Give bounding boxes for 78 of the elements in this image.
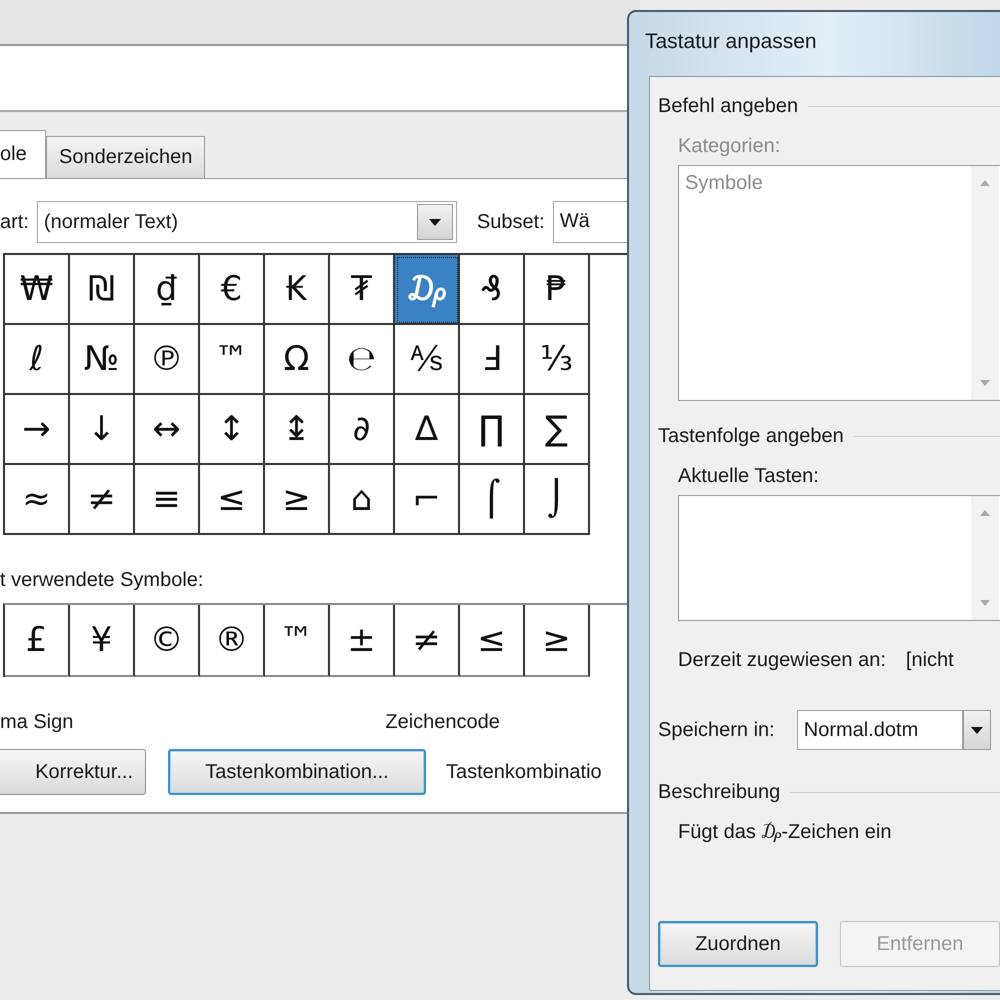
symbol-cell[interactable]: ≠ [70, 465, 135, 535]
symbol-cell[interactable]: ⌂ [330, 465, 395, 535]
group-heading: Tastenfolge angeben [658, 424, 844, 448]
symbol-cell[interactable]: ↓ [70, 395, 135, 465]
symbol-cell[interactable]: ⌐ [395, 465, 460, 535]
symbol-cell[interactable]: ⅓ [525, 325, 590, 395]
symbol-cell[interactable]: € [200, 255, 265, 325]
dropdown-button[interactable] [962, 710, 991, 750]
save-label: Speichern in: [658, 718, 775, 742]
symbol-cell[interactable]: ≤ [200, 465, 265, 535]
symbol-cell[interactable]: ℓ [5, 325, 70, 395]
symbol-cell[interactable]: © [135, 605, 200, 677]
symbol-cell[interactable]: ≥ [525, 605, 590, 677]
symbol-cell[interactable]: ₪ [70, 255, 135, 325]
symbol-cell[interactable]: ™ [200, 325, 265, 395]
symbol-cell[interactable]: ≠ [395, 605, 460, 677]
symbol-cell[interactable]: ± [330, 605, 395, 677]
save-dropdown[interactable]: Normal.dotm [796, 710, 963, 750]
scroll-down-icon[interactable] [980, 380, 990, 386]
symbol-cell[interactable]: ≤ [460, 605, 525, 677]
assigned-label: Derzeit zugewiesen an: [678, 649, 886, 673]
scrollbar[interactable] [971, 166, 999, 400]
scroll-up-icon[interactable] [980, 510, 990, 516]
symbol-cell[interactable]: ₰ [460, 255, 525, 325]
symbol-cell[interactable]: ⅍ [395, 325, 460, 395]
symbol-cell[interactable]: ℗ [135, 325, 200, 395]
current-keys-label: Aktuelle Tasten: [678, 465, 820, 489]
dialog-button[interactable]: Korrektur... [0, 749, 146, 795]
symbol-cell[interactable]: ∆ [395, 395, 460, 465]
symbol-cell[interactable]: ⌠ [460, 465, 525, 535]
symbol-cell[interactable]: ¥ [70, 605, 135, 677]
symbol-cell[interactable]: ∑ [525, 395, 590, 465]
symbol-cell[interactable]: ≥ [265, 465, 330, 535]
dropdown-button[interactable] [416, 204, 453, 240]
char-code-label: Zeichencode [385, 711, 500, 735]
symbol-cell[interactable]: ∏ [460, 395, 525, 465]
symbol-cell[interactable]: Ω [265, 325, 330, 395]
scroll-down-icon[interactable] [980, 600, 990, 606]
symbol-cell[interactable]: ↕ [200, 395, 265, 465]
symbol-cell[interactable]: £ [5, 605, 70, 677]
symbol-cell[interactable]: ⌡ [525, 465, 590, 535]
dialog-button[interactable]: Zuordnen [658, 921, 818, 967]
current-keys-list[interactable] [678, 495, 1000, 621]
symbol-cell[interactable]: → [5, 395, 70, 465]
group-heading: Beschreibung [658, 780, 780, 804]
shortcut-label: Tastenkombinatio [446, 760, 602, 784]
symbol-cell[interactable]: ₯ [395, 255, 460, 325]
symbol-cell[interactable]: ≡ [135, 465, 200, 535]
symbol-cell[interactable]: ≈ [5, 465, 70, 535]
font-label: art: [0, 210, 29, 234]
symbol-cell[interactable]: ₭ [265, 255, 330, 325]
symbol-cell[interactable]: ℮ [330, 325, 395, 395]
scroll-up-icon[interactable] [980, 180, 990, 186]
window-title: Tastatur anpassen [644, 29, 818, 55]
symbol-cell[interactable]: ₱ [525, 255, 590, 325]
font-dropdown[interactable]: (normaler Text) [36, 201, 457, 243]
symbol-cell[interactable]: ∂ [330, 395, 395, 465]
caret-icon [428, 218, 441, 226]
symbol-cell[interactable]: ↨ [265, 395, 330, 465]
group-heading: Befehl angeben [658, 94, 798, 118]
symbol-cell[interactable]: ₩ [5, 255, 70, 325]
symbol-name: ma Sign [0, 711, 74, 735]
tab[interactable]: Sonderzeichen [46, 136, 206, 178]
symbol-cell[interactable]: ® [200, 605, 265, 677]
subset-label: Subset: [476, 210, 545, 234]
scrollbar[interactable] [971, 496, 999, 620]
symbol-cell[interactable]: ↔ [135, 395, 200, 465]
symbol-cell[interactable]: Ⅎ [460, 325, 525, 395]
assigned-value: [nicht [906, 649, 954, 673]
description-text: Fügt das ₯-Zeichen ein [678, 821, 892, 845]
symbol-cell[interactable]: ™ [265, 605, 330, 677]
caret-icon [970, 726, 983, 734]
categories-label: Kategorien: [678, 135, 782, 159]
recent-symbols-label: t verwendete Symbole: [0, 569, 204, 593]
symbol-cell[interactable]: ₫ [135, 255, 200, 325]
tab[interactable]: ole [0, 130, 46, 178]
symbol-cell[interactable]: № [70, 325, 135, 395]
dialog-button[interactable]: Tastenkombination... [168, 749, 426, 795]
